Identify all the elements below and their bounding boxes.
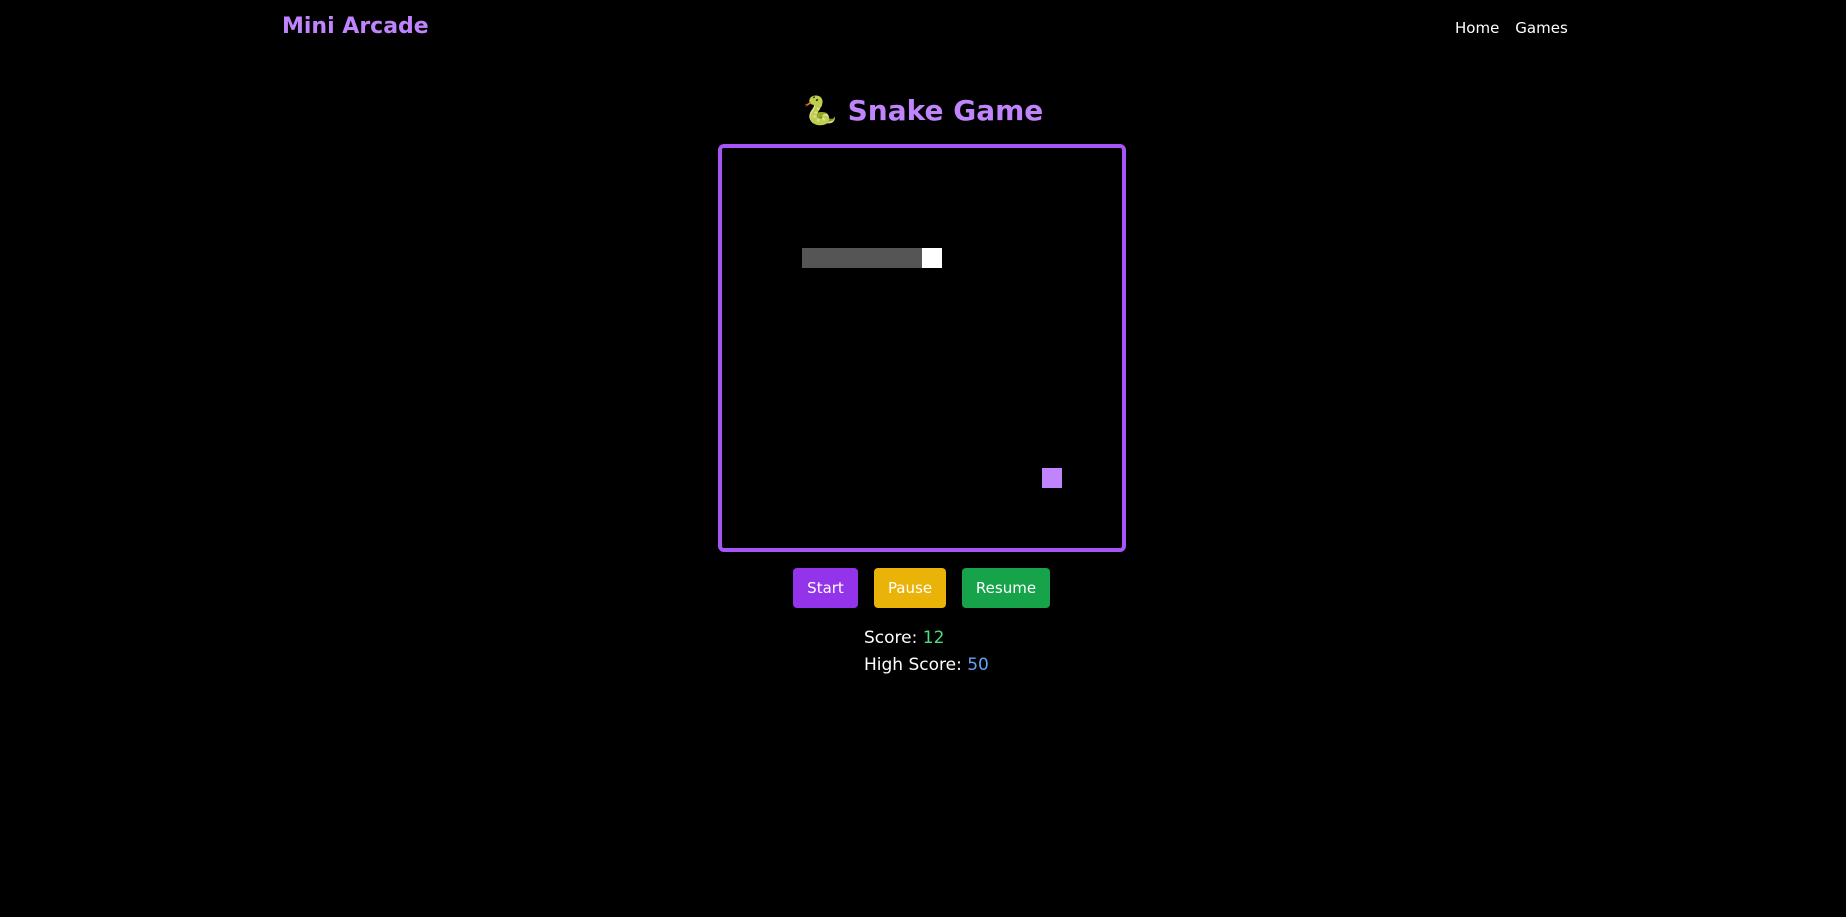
snake-segment (822, 248, 842, 268)
high-score-value: 50 (967, 655, 989, 675)
high-score-label: High Score: (864, 655, 962, 675)
top-nav: Home Games (1455, 19, 1568, 37)
start-button[interactable]: Start (793, 568, 858, 608)
snake-segment (802, 248, 822, 268)
pause-button[interactable]: Pause (874, 568, 946, 608)
page-title: 🐍 Snake Game (0, 94, 1846, 127)
nav-home[interactable]: Home (1455, 19, 1499, 37)
score-label: Score: (864, 628, 918, 648)
resume-button[interactable]: Resume (962, 568, 1050, 608)
game-board[interactable] (718, 144, 1126, 552)
snake-segment (882, 248, 902, 268)
snake-head (922, 248, 942, 268)
snake-segment (862, 248, 882, 268)
score-value: 12 (922, 628, 945, 648)
snake-segment (902, 248, 922, 268)
snake-icon: 🐍 (802, 94, 838, 127)
high-score-line: High Score: 50 (864, 655, 989, 675)
page-title-text: Snake Game (847, 94, 1044, 127)
food (1042, 468, 1062, 488)
snake-segment (842, 248, 862, 268)
nav-games[interactable]: Games (1515, 19, 1567, 37)
score-line: Score: 12 (864, 628, 944, 648)
brand-logo[interactable]: Mini Arcade (282, 14, 429, 39)
